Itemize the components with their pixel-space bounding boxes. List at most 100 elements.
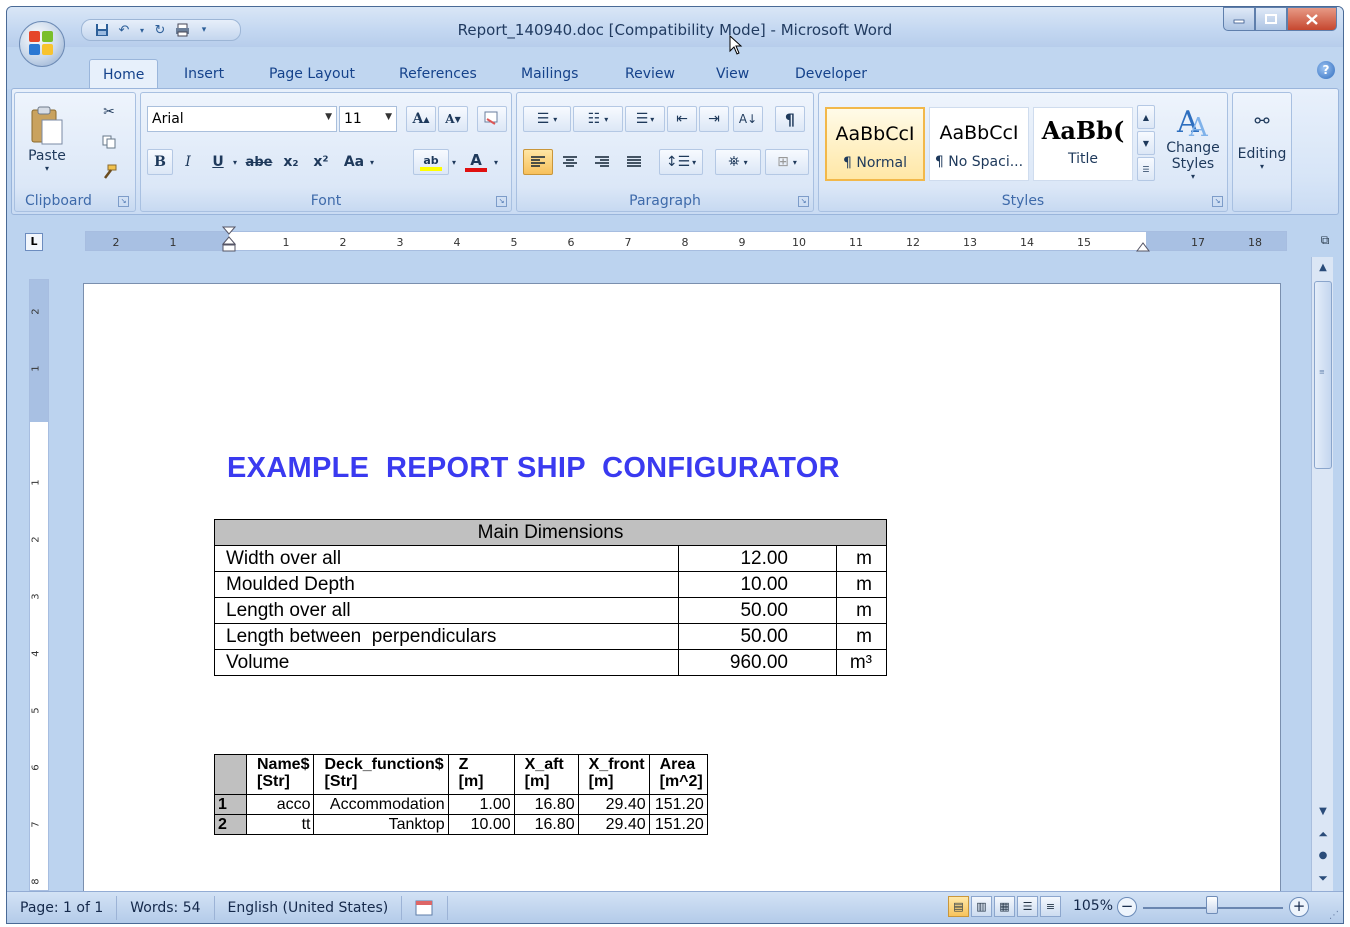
subscript-button[interactable]: x₂ — [277, 149, 305, 175]
bullets-button[interactable]: ☰ ▾ — [523, 106, 571, 132]
line-spacing-button[interactable]: ↕☰ ▾ — [659, 149, 703, 175]
change-case-button[interactable]: Aa — [339, 149, 369, 175]
tab-developer[interactable]: Developer — [789, 61, 873, 88]
resize-grip-icon[interactable]: ⋰ — [1329, 910, 1339, 921]
tab-references[interactable]: References — [393, 61, 483, 88]
scroll-down-icon[interactable]: ▼ — [1313, 803, 1333, 821]
ruler-mark: 17 — [1191, 236, 1205, 249]
dimension-label: Volume — [214, 649, 679, 676]
decrease-indent-icon[interactable]: ⇤ — [667, 106, 697, 132]
style-no-spacing[interactable]: AaBbCcI ¶ No Spaci... — [929, 107, 1029, 181]
style-title[interactable]: AaBb( Title — [1033, 107, 1133, 181]
full-screen-reading-icon[interactable]: ▥ — [971, 896, 992, 917]
styles-more-icon[interactable]: ☰ — [1137, 157, 1155, 181]
change-styles-button[interactable]: A A Change Styles ▾ — [1161, 95, 1225, 185]
draft-view-icon[interactable]: ≡ — [1040, 896, 1061, 917]
help-icon[interactable]: ? — [1317, 61, 1335, 79]
font-color-button[interactable]: A — [461, 149, 491, 175]
font-family-select[interactable]: Arial ▼ — [147, 106, 337, 132]
macro-recording-icon[interactable] — [402, 895, 449, 920]
tab-mailings[interactable]: Mailings — [515, 61, 584, 88]
styles-launcher-icon[interactable]: ↘ — [1212, 196, 1223, 207]
paragraph-launcher-icon[interactable]: ↘ — [798, 196, 809, 207]
print-layout-view-icon[interactable]: ▤ — [948, 896, 969, 917]
zoom-slider-thumb[interactable] — [1206, 896, 1218, 914]
previous-page-icon[interactable]: ⏶ — [1313, 825, 1333, 843]
align-left-icon[interactable] — [523, 149, 553, 175]
tab-home[interactable]: Home — [89, 59, 159, 88]
show-formatting-marks-icon[interactable]: ¶ — [775, 106, 805, 132]
web-layout-icon[interactable]: ▦ — [994, 896, 1015, 917]
increase-indent-icon[interactable]: ⇥ — [699, 106, 729, 132]
bold-button[interactable]: B — [147, 149, 173, 175]
styles-scroll-up-icon[interactable]: ▲ — [1137, 105, 1155, 129]
underline-dropdown-icon[interactable]: ▾ — [229, 149, 241, 175]
title-bar: ↶ ▾ ↻ ▾ Report_140940.doc [Compatibility… — [7, 7, 1343, 47]
vertical-scrollbar[interactable]: ▲ ≡ ▼ ⏶ ● ⏷ — [1311, 257, 1333, 893]
cell-area: 151.20 — [648, 794, 708, 815]
outline-view-icon[interactable]: ☰ — [1017, 896, 1038, 917]
cut-icon[interactable]: ✂ — [97, 101, 121, 123]
next-page-icon[interactable]: ⏷ — [1313, 869, 1333, 887]
editing-button[interactable]: ⚯ Editing ▾ — [1235, 99, 1289, 183]
sort-icon[interactable]: A↓ — [733, 106, 763, 132]
font-size-select[interactable]: 11 ▼ — [339, 106, 397, 132]
numbering-button[interactable]: ☷ ▾ — [573, 106, 623, 132]
right-indent-marker-icon[interactable] — [1136, 240, 1150, 252]
minimize-button[interactable] — [1223, 7, 1255, 31]
zoom-in-icon[interactable]: + — [1289, 897, 1309, 917]
multilevel-list-button[interactable]: ☰ ▾ — [625, 106, 665, 132]
scrollbar-thumb[interactable]: ≡ — [1314, 281, 1332, 469]
ruler-row: L 2 1 1 2 3 4 5 6 7 8 9 10 11 12 13 14 1… — [7, 217, 1343, 269]
scroll-up-icon[interactable]: ▲ — [1313, 259, 1333, 277]
main-dimensions-table: Main Dimensions Width over all 12.00 m M… — [214, 519, 887, 676]
tab-page-layout[interactable]: Page Layout — [263, 61, 361, 88]
justify-icon[interactable] — [619, 149, 649, 175]
zoom-out-icon[interactable]: − — [1117, 897, 1137, 917]
tab-selector-button[interactable]: L — [25, 233, 43, 251]
maximize-button[interactable] — [1255, 7, 1287, 31]
font-launcher-icon[interactable]: ↘ — [496, 196, 507, 207]
highlight-button[interactable]: ab — [413, 149, 449, 175]
editing-dropdown-icon: ▾ — [1259, 162, 1264, 171]
style-normal[interactable]: AaBbCcI ¶ Normal — [825, 107, 925, 181]
select-browse-object-icon[interactable]: ● — [1313, 847, 1333, 865]
styles-scroll-down-icon[interactable]: ▼ — [1137, 131, 1155, 155]
indent-markers-icon[interactable] — [222, 226, 236, 258]
zoom-level[interactable]: 105% — [1073, 898, 1113, 914]
change-case-dropdown-icon[interactable]: ▾ — [367, 149, 377, 175]
tab-insert[interactable]: Insert — [178, 61, 230, 88]
close-button[interactable] — [1287, 7, 1337, 31]
word-count[interactable]: Words: 54 — [117, 895, 215, 920]
column-header-deck-function: Deck_function$ [Str] — [313, 754, 449, 795]
page-count[interactable]: Page: 1 of 1 — [7, 895, 118, 920]
vertical-ruler[interactable]: 2 1 1 2 3 4 5 6 7 8 — [29, 279, 49, 891]
clear-formatting-icon[interactable] — [477, 106, 507, 132]
tab-view[interactable]: View — [710, 61, 755, 88]
document-page[interactable]: EXAMPLE REPORT SHIP CONFIGURATOR Main Di… — [83, 283, 1281, 891]
shading-button[interactable]: ⛯ ▾ — [715, 149, 761, 175]
align-center-icon[interactable] — [555, 149, 585, 175]
horizontal-ruler[interactable]: 2 1 1 2 3 4 5 6 7 8 9 10 11 12 13 14 15 … — [85, 226, 1287, 252]
highlight-dropdown-icon[interactable]: ▾ — [449, 149, 459, 175]
superscript-button[interactable]: x² — [307, 149, 335, 175]
grow-font-button[interactable]: A ▲ — [406, 106, 436, 132]
shrink-font-button[interactable]: A ▼ — [438, 106, 468, 132]
paste-button[interactable]: Paste ▾ — [23, 97, 71, 181]
clipboard-launcher-icon[interactable]: ↘ — [118, 196, 129, 207]
vruler-mark: 2 — [30, 536, 42, 543]
italic-button[interactable]: I — [175, 149, 201, 175]
font-color-dropdown-icon[interactable]: ▾ — [491, 149, 501, 175]
view-ruler-icon[interactable]: ⧉ — [1317, 233, 1333, 249]
underline-button[interactable]: U — [205, 149, 231, 175]
format-painter-icon[interactable] — [97, 161, 121, 183]
align-right-icon[interactable] — [587, 149, 617, 175]
office-button[interactable] — [19, 21, 65, 67]
language[interactable]: English (United States) — [215, 895, 403, 920]
strikethrough-button[interactable]: abe — [243, 149, 275, 175]
tab-review[interactable]: Review — [619, 61, 681, 88]
vruler-mark: 8 — [30, 878, 42, 885]
header-line: Deck_function$ — [324, 756, 444, 773]
borders-button[interactable]: ⊞ ▾ — [765, 149, 809, 175]
copy-icon[interactable] — [97, 131, 121, 153]
